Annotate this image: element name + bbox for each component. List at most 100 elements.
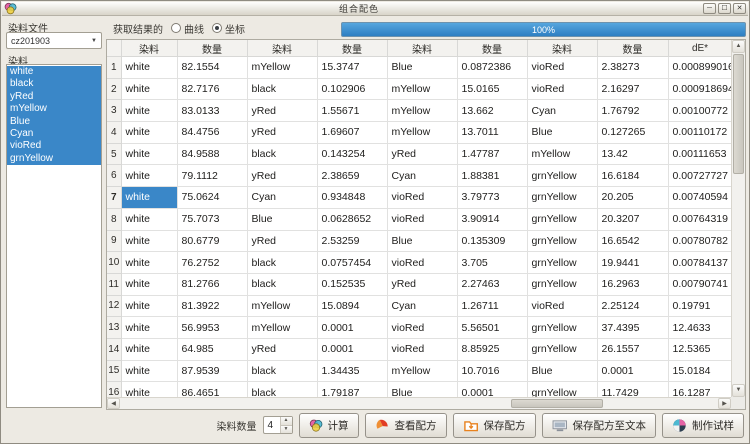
table-cell[interactable]: 56.9953	[177, 317, 247, 339]
column-header[interactable]: dE*	[668, 40, 731, 57]
table-cell[interactable]: white	[121, 100, 177, 122]
table-cell[interactable]: 26.1557	[597, 338, 668, 360]
table-cell[interactable]: 1.69607	[317, 122, 387, 144]
table-cell[interactable]: 1.47787	[457, 143, 527, 165]
table-cell[interactable]: 15.0165	[457, 78, 527, 100]
table-cell[interactable]: white	[121, 143, 177, 165]
table-cell[interactable]: 0.152535	[317, 273, 387, 295]
table-cell[interactable]: black	[247, 360, 317, 382]
table-cell[interactable]: black	[247, 78, 317, 100]
table-cell[interactable]: Cyan	[247, 187, 317, 209]
table-cell[interactable]: white	[121, 230, 177, 252]
table-cell[interactable]: black	[247, 273, 317, 295]
table-cell[interactable]: Cyan	[387, 165, 457, 187]
table-cell[interactable]: vioRed	[527, 78, 597, 100]
table-cell[interactable]: white	[121, 317, 177, 339]
table-cell[interactable]: 86.4651	[177, 382, 247, 397]
table-cell[interactable]: 5.56501	[457, 317, 527, 339]
table-cell[interactable]: 1.79187	[317, 382, 387, 397]
table-cell[interactable]: 83.0133	[177, 100, 247, 122]
row-number-cell[interactable]: 7	[107, 187, 121, 209]
table-cell[interactable]: 12.4633	[668, 317, 731, 339]
table-cell[interactable]: 10.7016	[457, 360, 527, 382]
results-grid[interactable]: 染料数量染料数量染料数量染料数量dE* 1white82.1554mYellow…	[107, 40, 731, 397]
calculate-button[interactable]: 计算	[299, 413, 359, 438]
spinner-up-icon[interactable]: ▲	[281, 417, 292, 426]
table-cell[interactable]: black	[247, 382, 317, 397]
table-cell[interactable]: 0.135309	[457, 230, 527, 252]
minimize-button[interactable]: ─	[703, 3, 716, 14]
radio-coordinate[interactable]	[212, 23, 222, 33]
list-item-dye[interactable]: white	[7, 66, 101, 78]
table-cell[interactable]: yRed	[247, 165, 317, 187]
table-cell[interactable]: black	[247, 252, 317, 274]
table-cell[interactable]: 0.00790741	[668, 273, 731, 295]
row-number-cell[interactable]: 13	[107, 317, 121, 339]
table-cell[interactable]: 19.9441	[597, 252, 668, 274]
row-number-cell[interactable]: 10	[107, 252, 121, 274]
table-cell[interactable]: 1.88381	[457, 165, 527, 187]
table-cell[interactable]: 82.1554	[177, 57, 247, 79]
table-cell[interactable]: mYellow	[387, 122, 457, 144]
dye-listbox[interactable]: whiteblackyRedmYellowBlueCyanvioRedgrnYe…	[6, 64, 102, 408]
row-number-cell[interactable]: 1	[107, 57, 121, 79]
table-cell[interactable]: 3.90914	[457, 208, 527, 230]
list-item-dye[interactable]: Cyan	[7, 128, 101, 140]
row-number-cell[interactable]: 5	[107, 143, 121, 165]
table-cell[interactable]: grnYellow	[527, 187, 597, 209]
table-cell[interactable]: vioRed	[387, 252, 457, 274]
radio-curve[interactable]	[171, 23, 181, 33]
table-cell[interactable]: 0.00740594	[668, 187, 731, 209]
table-cell[interactable]: 84.9588	[177, 143, 247, 165]
radio-coordinate-label[interactable]: 坐标	[225, 21, 245, 36]
table-cell[interactable]: grnYellow	[527, 338, 597, 360]
table-cell[interactable]: white	[121, 360, 177, 382]
table-cell[interactable]: white	[121, 252, 177, 274]
title-bar[interactable]: 组合配色 ─ ☐ ✕	[2, 2, 748, 16]
table-cell[interactable]: 16.6542	[597, 230, 668, 252]
table-cell[interactable]: yRed	[247, 338, 317, 360]
dye-quantity-stepper[interactable]: 4 ▲ ▼	[263, 416, 293, 434]
horizontal-scrollbar[interactable]: ◀ ▶	[107, 397, 731, 409]
table-cell[interactable]: 0.00111653	[668, 143, 731, 165]
list-item-dye[interactable]: black	[7, 78, 101, 90]
table-cell[interactable]: 2.38273	[597, 57, 668, 79]
table-cell[interactable]: 13.42	[597, 143, 668, 165]
table-cell[interactable]: vioRed	[387, 208, 457, 230]
list-item-dye[interactable]: Blue	[7, 116, 101, 128]
horizontal-scroll-thumb[interactable]	[511, 399, 603, 408]
list-item-dye[interactable]: yRed	[7, 91, 101, 103]
table-cell[interactable]: grnYellow	[527, 252, 597, 274]
table-cell[interactable]: mYellow	[247, 57, 317, 79]
table-cell[interactable]: 0.00727727	[668, 165, 731, 187]
view-recipe-button[interactable]: 查看配方	[365, 413, 447, 438]
table-cell[interactable]: Cyan	[387, 295, 457, 317]
table-cell[interactable]: grnYellow	[527, 230, 597, 252]
table-cell[interactable]: 2.16297	[597, 78, 668, 100]
table-cell[interactable]: white	[121, 382, 177, 397]
table-cell[interactable]: 12.5365	[668, 338, 731, 360]
table-cell[interactable]: vioRed	[387, 317, 457, 339]
table-cell[interactable]: 87.9539	[177, 360, 247, 382]
column-header[interactable]: 染料	[387, 40, 457, 57]
table-cell[interactable]: 15.3747	[317, 57, 387, 79]
row-number-cell[interactable]: 9	[107, 230, 121, 252]
table-cell[interactable]: vioRed	[387, 338, 457, 360]
table-cell[interactable]: 0.000899016	[668, 57, 731, 79]
table-cell[interactable]: 0.19791	[668, 295, 731, 317]
table-cell[interactable]: 0.0628652	[317, 208, 387, 230]
table-cell[interactable]: 75.7073	[177, 208, 247, 230]
table-cell[interactable]: 0.934848	[317, 187, 387, 209]
save-recipe-to-text-button[interactable]: 保存配方至文本	[542, 413, 657, 438]
table-cell[interactable]: grnYellow	[527, 165, 597, 187]
column-header[interactable]: 数量	[317, 40, 387, 57]
table-cell[interactable]: 2.38659	[317, 165, 387, 187]
table-cell[interactable]: mYellow	[387, 100, 457, 122]
table-cell[interactable]: black	[247, 143, 317, 165]
scroll-down-icon[interactable]: ▼	[732, 384, 745, 397]
table-cell[interactable]: yRed	[247, 122, 317, 144]
table-cell[interactable]: 16.1287	[668, 382, 731, 397]
radio-curve-label[interactable]: 曲线	[184, 21, 204, 36]
table-cell[interactable]: 13.7011	[457, 122, 527, 144]
table-cell[interactable]: Blue	[387, 57, 457, 79]
